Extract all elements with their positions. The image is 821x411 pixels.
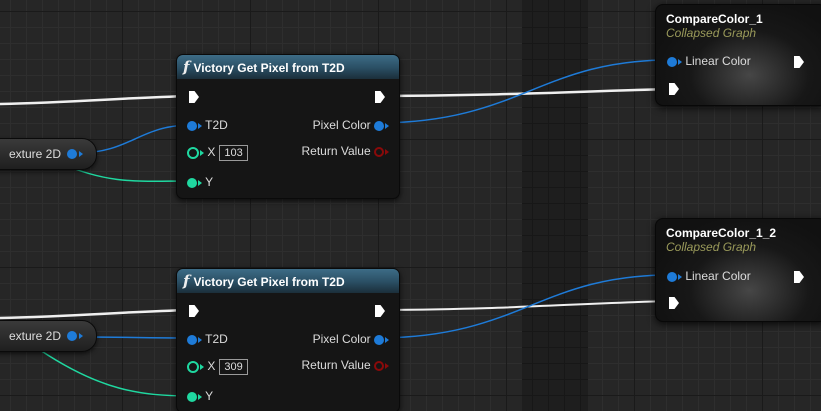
linear-color-pin-dot [667,271,677,282]
linear-color-label: Linear Color [685,269,751,283]
pin-arrow-icon [678,58,682,65]
pin-arrow-icon [198,122,202,129]
y-pin-dot [187,177,197,188]
pin-arrow-icon [200,363,204,370]
x-input-pin[interactable]: X 309 [187,359,248,375]
t2d-pin-dot [187,120,197,131]
x-pin-ring [187,146,199,159]
pin-arrow-icon [198,393,202,400]
pin-arrow-icon [385,148,389,155]
x-value-field[interactable]: 309 [219,359,248,375]
pin-arrow-icon [198,179,202,186]
exec-output-pin[interactable] [375,91,385,103]
pixel-color-label: Pixel Color [312,332,371,346]
exec-input-pin[interactable] [189,91,199,103]
exec-wire [0,308,191,320]
pin-arrow-icon [200,149,204,156]
pixel-color-output-pin[interactable]: Pixel Color [313,118,389,132]
collapsed-graph-title: CompareColor_1 [666,12,763,26]
texture-output-pin[interactable] [67,331,77,341]
collapsed-graph-node[interactable]: CompareColor_1 Collapsed Graph Linear Co… [655,4,821,106]
function-icon: f [183,272,190,290]
exec-output-pin[interactable] [375,305,385,317]
pixel-color-label: Pixel Color [312,118,371,132]
node-title: Victory Get Pixel from T2D [193,61,345,75]
pin-arrow-icon [79,333,83,339]
t2d-label: T2D [205,332,228,346]
node-header[interactable]: f Victory Get Pixel from T2D [177,55,399,79]
y-pin-dot [187,391,197,402]
linear-color-label: Linear Color [685,54,751,68]
t2d-input-pin[interactable]: T2D [187,118,228,132]
x-pin-ring [187,360,199,373]
collapsed-graph-node[interactable]: CompareColor_1_2 Collapsed Graph Linear … [655,218,821,322]
t2d-label: T2D [205,118,228,132]
y-input-pin[interactable]: Y [187,175,213,189]
exec-input-pin[interactable] [189,305,199,317]
linear-color-pin-dot [667,56,677,67]
y-label: Y [205,389,214,403]
x-input-pin[interactable]: X 103 [187,145,248,161]
get-pixel-function-node[interactable]: f Victory Get Pixel from T2D T2D Pixel Co… [176,268,400,411]
pin-arrow-icon [79,151,83,157]
pin-arrow-icon [385,122,389,129]
x-label: X [207,359,216,373]
pixel-color-pin-dot [374,120,384,131]
get-pixel-function-node[interactable]: f Victory Get Pixel from T2D T2D Pixel Co… [176,54,400,199]
collapsed-graph-subtitle: Collapsed Graph [666,240,757,254]
blueprint-graph-canvas[interactable]: exture 2D exture 2D f Victory Get Pixel f… [0,0,821,411]
y-label: Y [205,175,214,189]
linear-color-input-pin[interactable]: Linear Color [667,269,751,283]
return-value-label: Return Value [301,358,371,372]
return-value-output-pin[interactable]: Return Value [301,358,389,372]
pin-arrow-icon [198,336,202,343]
pixel-color-output-pin[interactable]: Pixel Color [313,332,389,346]
return-value-output-pin[interactable]: Return Value [301,144,389,158]
collapsed-graph-title: CompareColor_1_2 [666,226,777,240]
x-label: X [207,145,216,159]
collapsed-graph-subtitle: Collapsed Graph [666,26,757,40]
return-value-label: Return Value [301,144,371,158]
texture-2d-variable[interactable]: exture 2D [0,320,97,352]
node-title: Victory Get Pixel from T2D [193,275,345,289]
exec-wire [0,94,191,106]
pin-arrow-icon [385,362,389,369]
exec-wire [379,300,671,311]
y-input-pin[interactable]: Y [187,389,213,403]
t2d-pin-dot [187,334,197,345]
linear-color-input-pin[interactable]: Linear Color [667,54,751,68]
function-icon: f [183,58,190,76]
pin-arrow-icon [385,336,389,343]
int-wire [39,349,192,397]
texture-2d-variable[interactable]: exture 2D [0,138,97,170]
texture-output-pin[interactable] [67,149,77,159]
return-pin-ring [374,146,384,157]
return-pin-ring [374,360,384,371]
pin-arrow-icon [678,273,682,280]
variable-label: exture 2D [9,329,62,343]
variable-label: exture 2D [9,147,62,161]
x-value-field[interactable]: 103 [219,145,248,161]
t2d-input-pin[interactable]: T2D [187,332,228,346]
pixel-color-pin-dot [374,334,384,345]
node-header[interactable]: f Victory Get Pixel from T2D [177,269,399,293]
